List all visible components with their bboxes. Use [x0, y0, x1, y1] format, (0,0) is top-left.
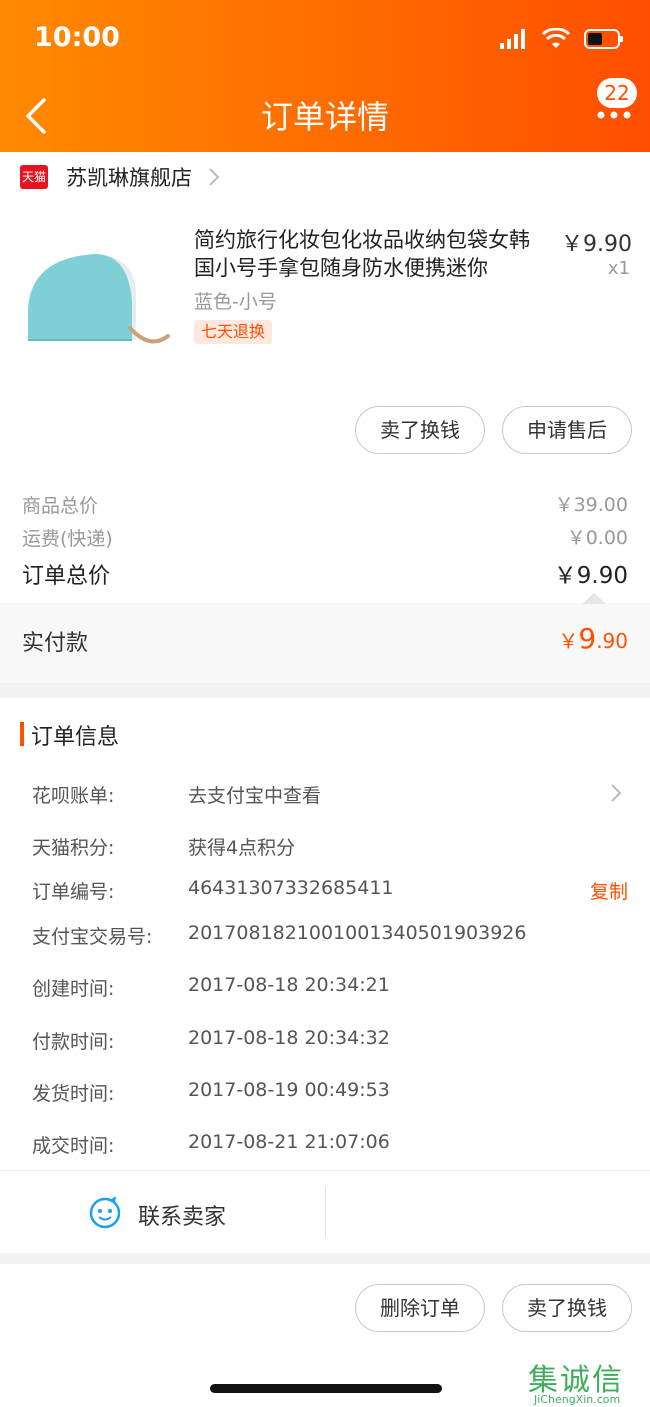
- signal-icon: [500, 29, 525, 49]
- tmall-points-label: 天猫积分:: [32, 837, 115, 859]
- paid-currency: ￥: [558, 629, 579, 653]
- divider: [0, 1170, 650, 1171]
- created-time-label: 创建时间:: [32, 978, 115, 1000]
- shipped-time-value: 2017-08-19 00:49:53: [188, 1079, 390, 1101]
- tmall-points-value: 获得4点积分: [188, 837, 296, 859]
- header-bar: 10:00 订单详情 22: [0, 0, 650, 152]
- tmall-logo-icon: 天猫: [20, 165, 48, 189]
- more-dots-icon[interactable]: [596, 110, 632, 120]
- paid-amount-bar: [0, 603, 650, 683]
- chevron-right-icon: [209, 168, 220, 186]
- sell-for-cash-button[interactable]: 卖了换钱: [355, 406, 485, 454]
- contact-seller-button[interactable]: 联系卖家: [138, 1199, 226, 1231]
- caret-up-icon: [582, 593, 606, 604]
- shipping-value: ￥0.00: [566, 527, 628, 549]
- shipping-label: 运费(快递): [22, 528, 113, 550]
- product-quantity: x1: [607, 258, 630, 279]
- order-total-value: ￥9.90: [553, 563, 628, 589]
- order-number-value: 46431307332685411: [188, 877, 394, 899]
- order-total-label: 订单总价: [22, 564, 111, 589]
- product-title[interactable]: 简约旅行化妆包化妆品收纳包袋女韩国小号手拿包随身防水便携迷你: [194, 226, 542, 282]
- completed-time-value: 2017-08-21 21:07:06: [188, 1131, 390, 1153]
- return-policy-tag: 七天退换: [194, 320, 273, 344]
- copy-button[interactable]: 复制: [590, 877, 628, 904]
- paid-decimal: .90: [596, 629, 628, 653]
- alipay-trade-value: 2017081821001001340501903926: [188, 922, 527, 944]
- watermark-logo: 集诚信 JiChengXin.com: [528, 1355, 646, 1407]
- page-title: 订单详情: [260, 98, 389, 136]
- wifi-icon: [542, 28, 570, 48]
- contact-seller-icon[interactable]: [88, 1195, 122, 1229]
- paid-label: 实付款: [22, 631, 89, 656]
- watermark-subtext: JiChengXin.com: [534, 1393, 621, 1406]
- after-sale-button[interactable]: 申请售后: [502, 406, 632, 454]
- status-icons: [500, 28, 624, 50]
- shipped-time-label: 发货时间:: [32, 1083, 115, 1105]
- chevron-right-icon[interactable]: [609, 782, 623, 804]
- contact-separator: [325, 1187, 326, 1237]
- product-price: ￥9.90: [561, 232, 632, 257]
- battery-icon: [584, 29, 623, 49]
- section-accent-bar: [20, 722, 24, 746]
- paid-time-value: 2017-08-18 20:34:32: [188, 1027, 390, 1049]
- goods-total-value: ￥39.00: [554, 494, 628, 516]
- order-info-title: 订单信息: [31, 725, 120, 750]
- paid-integer: 9: [578, 622, 597, 655]
- huabei-label: 花呗账单:: [32, 785, 115, 807]
- product-spec: 蓝色-小号: [194, 291, 277, 313]
- goods-total-label: 商品总价: [22, 495, 99, 517]
- created-time-value: 2017-08-18 20:34:21: [188, 974, 390, 996]
- sell-for-cash-bottom-button[interactable]: 卖了换钱: [502, 1284, 632, 1332]
- completed-time-label: 成交时间:: [32, 1135, 115, 1157]
- product-image[interactable]: [20, 240, 170, 360]
- order-number-label: 订单编号:: [32, 881, 115, 903]
- paid-amount: ￥9.90: [558, 622, 628, 655]
- alipay-trade-label: 支付宝交易号:: [32, 926, 153, 948]
- shop-name-link[interactable]: 苏凯琳旗舰店: [66, 162, 192, 192]
- home-indicator: [210, 1384, 442, 1393]
- status-time: 10:00: [34, 22, 120, 53]
- message-count-badge: 22: [597, 78, 637, 108]
- delete-order-button[interactable]: 删除订单: [355, 1284, 485, 1332]
- huabei-value[interactable]: 去支付宝中查看: [188, 781, 321, 808]
- paid-time-label: 付款时间:: [32, 1031, 115, 1053]
